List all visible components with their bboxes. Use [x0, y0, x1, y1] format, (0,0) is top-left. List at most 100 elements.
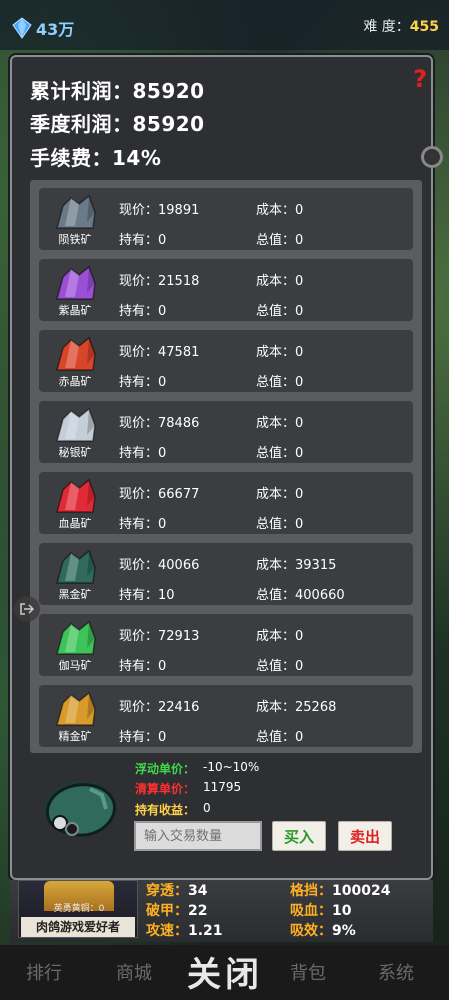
hero-stats-strip: 英勇黄铜：0 肉鸽游戏爱好者 穿透：34 破甲：22 攻速：1.21 格挡：10… — [10, 880, 433, 942]
ore-total: 总值：0 — [256, 730, 304, 745]
ore-name: 血晶矿 — [58, 517, 92, 530]
ore-price: 现价：47581 — [119, 345, 200, 360]
fee-rate: 手续费：14% — [30, 146, 162, 170]
ore-row[interactable]: 陨铁矿 现价：19891 成本：0 持有：0 总值：0 — [39, 188, 413, 250]
ore-price: 现价：78486 — [119, 416, 200, 431]
bottom-nav: 排行 商城 关闭 背包 系统 — [0, 945, 449, 1000]
ore-total: 总值：0 — [256, 304, 304, 319]
ore-cost: 成本：0 — [256, 345, 304, 360]
ore-crystal-icon — [56, 691, 96, 726]
ore-hold: 持有：0 — [119, 233, 167, 248]
stat-attack-speed: 攻速：1.21 — [146, 920, 223, 940]
trade-quantity-input[interactable] — [134, 821, 262, 851]
ore-cost: 成本：0 — [256, 274, 304, 289]
exit-icon[interactable] — [14, 596, 40, 622]
ore-crystal-icon — [56, 478, 96, 513]
ore-row[interactable]: 赤晶矿 现价：47581 成本：0 持有：0 总值：0 — [39, 330, 413, 392]
ore-hold: 持有：0 — [119, 304, 167, 319]
ore-crystal-icon — [56, 407, 96, 442]
stat-lifesteal: 吸血：10 — [290, 900, 351, 920]
ore-crystal-icon — [56, 336, 96, 371]
hero-name: 肉鸽游戏爱好者 — [21, 917, 135, 937]
ore-name: 伽马矿 — [58, 659, 92, 672]
ore-cost: 成本：39315 — [256, 558, 337, 573]
ore-row[interactable]: 血晶矿 现价：66677 成本：0 持有：0 总值：0 — [39, 472, 413, 534]
nav-bag[interactable]: 背包 — [290, 959, 326, 985]
ore-name: 黑金矿 — [58, 588, 92, 601]
ore-row[interactable]: 精金矿 现价：22416 成本：25268 持有：0 总值：0 — [39, 685, 413, 747]
stat-block: 格挡：100024 — [290, 880, 390, 900]
nav-shop[interactable]: 商城 — [116, 959, 152, 985]
ore-total: 总值：0 — [256, 517, 304, 532]
ore-row[interactable]: 秘银矿 现价：78486 成本：0 持有：0 总值：0 — [39, 401, 413, 463]
ore-name: 赤晶矿 — [58, 375, 92, 388]
ore-name: 精金矿 — [58, 730, 92, 743]
stat-label: 吸血： — [290, 903, 332, 919]
stat-value: 1.21 — [188, 923, 223, 939]
sell-button[interactable]: 卖出 — [338, 821, 392, 851]
top-bar: 43万 难 度：455 — [0, 0, 449, 50]
stat-value: 9% — [332, 923, 356, 939]
ore-row[interactable]: 伽马矿 现价：72913 成本：0 持有：0 总值：0 — [39, 614, 413, 676]
stat-value: 34 — [188, 883, 208, 899]
ore-hold: 持有：0 — [119, 730, 167, 745]
float-price-label: 浮动单价： — [135, 762, 196, 776]
difficulty-label: 难 度： — [363, 19, 410, 35]
ore-price: 现价：21518 — [119, 274, 200, 289]
scroll-knob[interactable] — [421, 146, 443, 168]
hold-profit-label: 持有收益： — [135, 803, 196, 817]
settle-price-value: 11795 — [203, 780, 242, 794]
hero-portrait[interactable]: 英勇黄铜：0 肉鸽游戏爱好者 — [18, 880, 138, 938]
stat-penetration: 穿透：34 — [146, 880, 207, 900]
ore-cost: 成本：0 — [256, 629, 304, 644]
ore-price: 现价：66677 — [119, 487, 200, 502]
difficulty-value: 455 — [409, 19, 439, 35]
ore-price: 现价：19891 — [119, 203, 200, 218]
stat-armor-break: 破甲：22 — [146, 900, 207, 920]
hero-rank: 英勇黄铜：0 — [53, 904, 105, 914]
ore-crystal-icon — [56, 620, 96, 655]
ore-row[interactable]: 黑金矿 现价：40066 成本：39315 持有：10 总值：400660 — [39, 543, 413, 605]
selected-ore-icon — [44, 781, 116, 837]
ore-total: 总值：0 — [256, 375, 304, 390]
nav-system[interactable]: 系统 — [378, 959, 414, 985]
ore-cost: 成本：25268 — [256, 700, 337, 715]
nav-rank[interactable]: 排行 — [26, 959, 62, 985]
quarter-profit: 季度利润：85920 — [30, 112, 205, 136]
ore-hold: 持有：0 — [119, 446, 167, 461]
float-price-value: -10~10% — [203, 760, 260, 774]
trade-area: 浮动单价： -10~10% 清算单价： 11795 持有收益： 0 买入 卖出 — [30, 755, 422, 855]
stat-value: 22 — [188, 903, 208, 919]
ore-crystal-icon — [56, 194, 96, 229]
ore-hold: 持有：10 — [119, 588, 175, 603]
ore-cost: 成本：0 — [256, 416, 304, 431]
diamond-icon — [12, 17, 32, 39]
difficulty-display: 难 度：455 — [363, 16, 439, 36]
gem-counter: 43万 — [12, 16, 74, 40]
stat-value: 10 — [332, 903, 352, 919]
ore-market-panel: ? 累计利润：85920 季度利润：85920 手续费：14% 陨铁矿 现价：1… — [10, 55, 443, 880]
help-icon[interactable]: ? — [413, 65, 427, 93]
stat-value: 100024 — [332, 883, 391, 899]
stat-absorb: 吸效：9% — [290, 920, 356, 940]
ore-hold: 持有：0 — [119, 375, 167, 390]
stat-label: 攻速： — [146, 923, 188, 939]
stat-label: 格挡： — [290, 883, 332, 899]
ore-total: 总值：0 — [256, 233, 304, 248]
ore-total: 总值：0 — [256, 446, 304, 461]
stat-label: 吸效： — [290, 923, 332, 939]
ore-cost: 成本：0 — [256, 203, 304, 218]
ore-crystal-icon — [56, 549, 96, 584]
ore-price: 现价：22416 — [119, 700, 200, 715]
ore-total: 总值：0 — [256, 659, 304, 674]
stat-label: 穿透： — [146, 883, 188, 899]
ore-name: 秘银矿 — [58, 446, 92, 459]
hold-profit-value: 0 — [203, 801, 211, 815]
ore-cost: 成本：0 — [256, 487, 304, 502]
ore-price: 现价：40066 — [119, 558, 200, 573]
ore-name: 陨铁矿 — [58, 233, 92, 246]
settle-price-label: 清算单价： — [135, 782, 196, 796]
close-button[interactable]: 关闭 — [187, 947, 263, 996]
ore-row[interactable]: 紫晶矿 现价：21518 成本：0 持有：0 总值：0 — [39, 259, 413, 321]
buy-button[interactable]: 买入 — [272, 821, 326, 851]
